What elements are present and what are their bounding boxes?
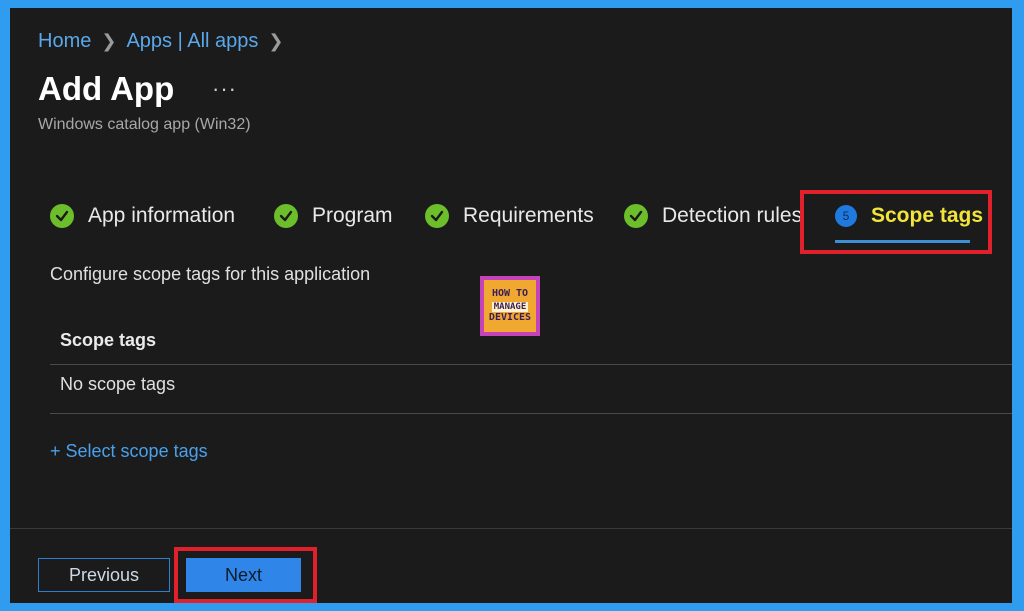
step-detection-rules[interactable]: Detection rules bbox=[624, 204, 802, 228]
divider bbox=[50, 413, 1012, 414]
watermark-line: DEVICES bbox=[488, 312, 532, 323]
step-label: Program bbox=[312, 204, 393, 227]
check-circle-icon bbox=[425, 204, 449, 228]
breadcrumb-apps[interactable]: Apps | All apps bbox=[126, 30, 258, 53]
watermark-logo: HOW TO MANAGE DEVICES bbox=[480, 276, 540, 336]
table-row: No scope tags bbox=[60, 374, 176, 394]
watermark-line: MANAGE bbox=[491, 302, 529, 312]
watermark-line: HOW TO bbox=[491, 288, 529, 299]
step-app-information[interactable]: App information bbox=[50, 204, 235, 228]
select-scope-tags-link[interactable]: + Select scope tags bbox=[50, 441, 208, 462]
section-description: Configure scope tags for this applicatio… bbox=[50, 264, 371, 284]
more-options-icon[interactable]: ··· bbox=[212, 76, 237, 102]
next-highlight-box bbox=[174, 547, 317, 603]
step-label: Requirements bbox=[463, 204, 594, 227]
divider bbox=[10, 528, 1012, 529]
chevron-right-icon: ❯ bbox=[268, 31, 284, 51]
watermark-logo-inner: HOW TO MANAGE DEVICES bbox=[484, 280, 536, 332]
app-frame: Home ❯ Apps | All apps ❯ Add App ··· Win… bbox=[10, 8, 1012, 603]
step-requirements[interactable]: Requirements bbox=[425, 204, 594, 228]
breadcrumb-home[interactable]: Home bbox=[38, 30, 91, 53]
scope-tags-highlight-box bbox=[800, 190, 992, 254]
page-subtitle: Windows catalog app (Win32) bbox=[38, 116, 251, 133]
check-circle-icon bbox=[624, 204, 648, 228]
previous-button[interactable]: Previous bbox=[38, 558, 170, 592]
divider bbox=[50, 364, 1012, 365]
step-program[interactable]: Program bbox=[274, 204, 393, 228]
chevron-right-icon: ❯ bbox=[101, 31, 117, 51]
step-label: App information bbox=[88, 204, 236, 227]
breadcrumb: Home ❯ Apps | All apps ❯ bbox=[38, 30, 294, 53]
check-circle-icon bbox=[50, 204, 74, 228]
step-label: Detection rules bbox=[662, 204, 803, 227]
table-header: Scope tags bbox=[60, 330, 157, 350]
check-circle-icon bbox=[274, 204, 298, 228]
page-title: Add App bbox=[38, 70, 175, 107]
